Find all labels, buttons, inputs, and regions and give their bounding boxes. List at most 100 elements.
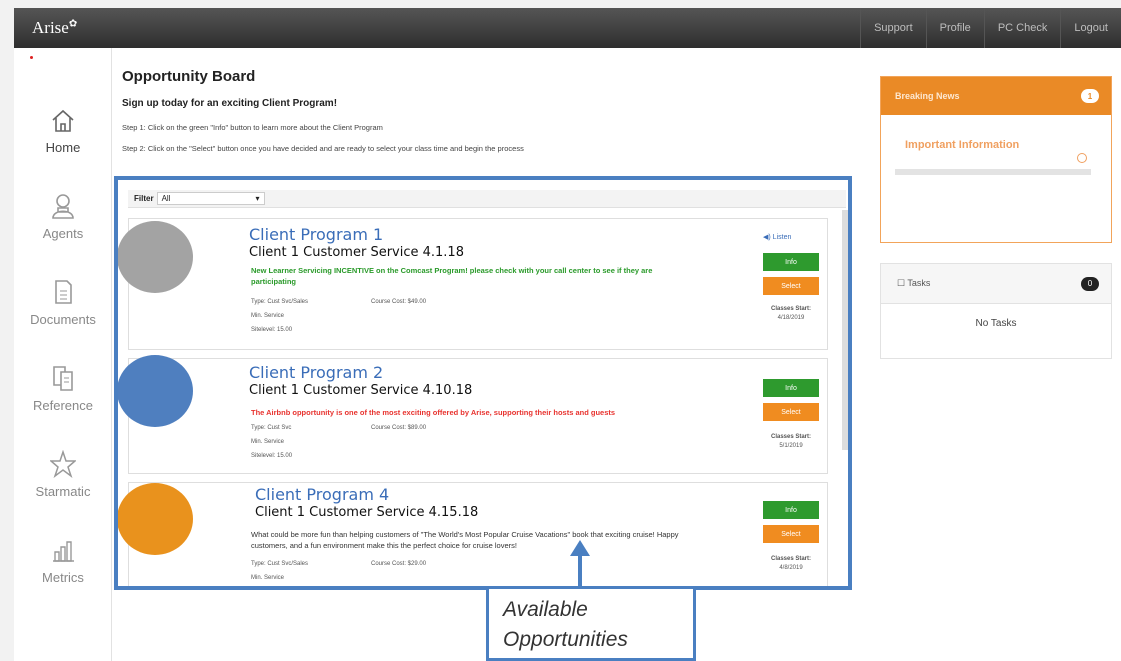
agent-icon — [52, 194, 74, 219]
program-type: Type: Cust Svc — [251, 425, 292, 431]
breaking-news-header[interactable]: Breaking News 1 — [881, 77, 1111, 115]
sitelevel: Sitelevel: 15.00 — [251, 327, 293, 333]
star-icon — [50, 450, 76, 478]
sidebar-item-label: Home — [45, 140, 81, 155]
page-title: Opportunity Board — [122, 68, 256, 85]
program-logo-circle — [118, 355, 193, 427]
chevron-down-icon: ▾ — [255, 194, 260, 203]
listen-label: Listen — [772, 234, 792, 241]
sidebar-item-label: Documents — [30, 312, 96, 327]
classes-start: Classes Start: 4/8/2019 — [755, 555, 827, 573]
opportunity-card: Client Program 1 Client 1 Customer Servi… — [118, 218, 828, 350]
sidebar-item-documents[interactable]: Documents — [14, 278, 112, 327]
callout-line-2: Opportunities — [503, 628, 628, 651]
select-button[interactable]: Select — [763, 403, 819, 421]
opportunities-panel: Filter All ▾ Client Program 1 Client 1 C… — [114, 176, 852, 590]
tasks-header[interactable]: ☐ Tasks 0 — [881, 264, 1111, 304]
breaking-news-body: Important Information — [881, 115, 1111, 242]
sidebar-item-label: Reference — [33, 398, 93, 413]
speaker-icon: ◀) — [763, 234, 771, 241]
nav-profile-link[interactable]: Profile — [925, 8, 984, 48]
tasks-panel: ☐ Tasks 0 No Tasks — [880, 263, 1112, 359]
program-logo-circle — [118, 221, 193, 293]
course-cost: Course Cost: $49.00 — [371, 299, 427, 305]
sidebar-item-label: Metrics — [42, 570, 84, 585]
sidebar-item-label: Agents — [42, 226, 84, 241]
sidebar-item-home[interactable]: Home — [14, 106, 112, 155]
logo-text: Arise — [32, 18, 69, 37]
sidebar-item-agents[interactable]: Agents — [14, 192, 112, 241]
service-name: Client 1 Customer Service 4.1.18 — [249, 245, 464, 260]
available-opportunities-callout: Available Opportunities — [486, 586, 696, 661]
tasks-empty-message: No Tasks — [975, 318, 1017, 329]
program-type: Type: Cust Svc/Sales — [251, 299, 309, 305]
logo-mark: ✿ — [68, 18, 78, 30]
expand-circle-icon[interactable] — [1077, 153, 1087, 163]
min-service: Min. Service — [251, 439, 285, 445]
news-count-badge: 1 — [1081, 89, 1099, 103]
sidebar: Home Agents Documents Reference Starmati… — [14, 48, 112, 661]
sidebar-item-reference[interactable]: Reference — [14, 364, 112, 413]
chart-icon — [53, 541, 74, 562]
select-button[interactable]: Select — [763, 525, 819, 543]
sidebar-item-label: Starmatic — [35, 484, 91, 499]
classes-start-label: Classes Start: — [770, 556, 812, 562]
classes-start-date: 4/8/2019 — [779, 565, 803, 571]
info-button[interactable]: Info — [763, 253, 819, 271]
program-type: Type: Cust Svc/Sales — [251, 561, 309, 567]
course-cost: Course Cost: $89.00 — [371, 425, 427, 431]
filter-select[interactable]: All ▾ — [156, 192, 265, 205]
nav-pc-check-link[interactable]: PC Check — [983, 8, 1061, 48]
sitelevel: Sitelevel: 15.00 — [251, 453, 293, 459]
app-window: Arise✿ Support Profile PC Check Logout H… — [14, 8, 1121, 661]
step-2-text: Step 2: Click on the "Select" button onc… — [122, 144, 524, 153]
program-description: New Learner Servicing INCENTIVE on the C… — [251, 266, 653, 286]
document-icon — [55, 280, 72, 304]
nav-support-link[interactable]: Support — [860, 8, 926, 48]
program-name[interactable]: Client Program 1 — [249, 225, 383, 244]
classes-start-date: 5/1/2019 — [779, 443, 803, 449]
program-description: The Airbnb opportunity is one of the mos… — [251, 408, 616, 417]
opportunity-card: Client Program 4 Client 1 Customer Servi… — [118, 482, 828, 586]
page-subtitle: Sign up today for an exciting Client Pro… — [122, 98, 338, 109]
min-service: Min. Service — [251, 575, 285, 581]
important-information-link[interactable]: Important Information — [905, 139, 1019, 151]
filter-value: All — [161, 194, 171, 203]
filter-bar: Filter All ▾ — [128, 190, 846, 208]
reference-icon — [53, 366, 73, 391]
filter-label: Filter — [134, 194, 154, 203]
service-name: Client 1 Customer Service 4.15.18 — [255, 505, 479, 520]
program-description: What could be more fun than helping cust… — [251, 530, 679, 550]
nav-logout-link[interactable]: Logout — [1060, 8, 1121, 48]
scrollbar[interactable] — [842, 210, 848, 450]
classes-start-label: Classes Start: — [770, 306, 812, 312]
min-service: Min. Service — [251, 313, 285, 319]
listen-link[interactable]: ◀) Listen — [763, 233, 791, 241]
top-bar: Arise✿ Support Profile PC Check Logout — [14, 8, 1121, 48]
arise-logo[interactable]: Arise✿ — [14, 18, 860, 38]
program-name[interactable]: Client Program 2 — [249, 363, 383, 382]
tasks-title: Tasks — [907, 278, 931, 288]
news-divider — [895, 169, 1091, 175]
classes-start: Classes Start: 5/1/2019 — [755, 433, 827, 451]
home-icon — [52, 109, 74, 132]
breaking-news-title: Breaking News — [895, 91, 960, 101]
classes-start: Classes Start: 4/18/2019 — [755, 305, 827, 323]
callout-line-1: Available — [503, 598, 588, 621]
info-button[interactable]: Info — [763, 501, 819, 519]
sidebar-item-starmatic[interactable]: Starmatic — [14, 450, 112, 499]
classes-start-label: Classes Start: — [770, 434, 812, 440]
select-button[interactable]: Select — [763, 277, 819, 295]
info-button[interactable]: Info — [763, 379, 819, 397]
tasks-count-badge: 0 — [1081, 276, 1099, 291]
step-1-text: Step 1: Click on the green "Info" button… — [122, 123, 383, 132]
opportunity-card: Client Program 2 Client 1 Customer Servi… — [118, 355, 828, 474]
top-nav: Support Profile PC Check Logout — [860, 8, 1121, 48]
course-cost: Course Cost: $29.00 — [371, 561, 427, 567]
program-logo-circle — [118, 483, 193, 555]
service-name: Client 1 Customer Service 4.10.18 — [249, 383, 473, 398]
breaking-news-panel: Breaking News 1 Important Information — [880, 76, 1112, 243]
tasks-title-wrap: ☐ Tasks — [897, 278, 930, 289]
program-name[interactable]: Client Program 4 — [255, 485, 389, 504]
sidebar-item-metrics[interactable]: Metrics — [14, 536, 112, 585]
